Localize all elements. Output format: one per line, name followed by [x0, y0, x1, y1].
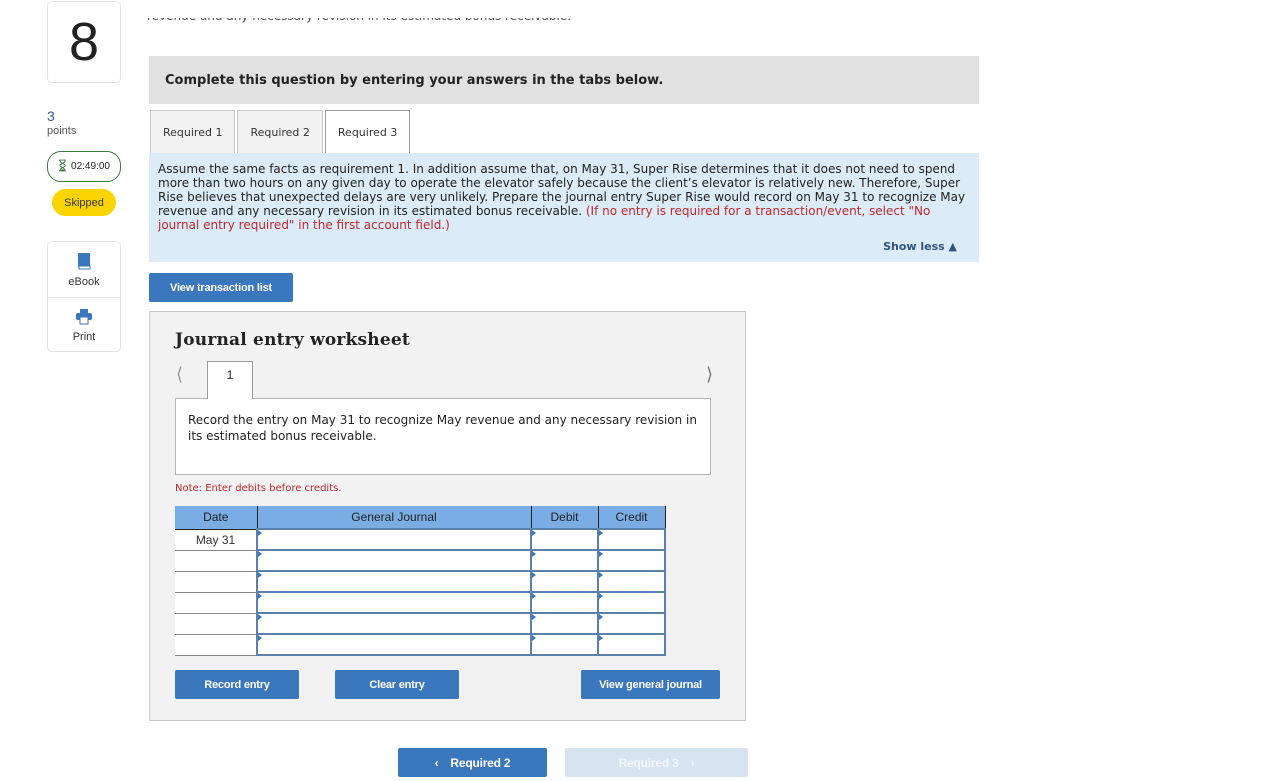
tab-required-1[interactable]: Required 1	[150, 110, 236, 154]
record-entry-button[interactable]: Record entry	[175, 670, 299, 699]
journal-row	[175, 591, 666, 614]
cut-off-text: revenue and any necessary revision in it…	[147, 18, 587, 30]
timer-value: 02:49:00	[71, 161, 110, 172]
account-input[interactable]	[256, 591, 532, 614]
points-value: 3	[47, 108, 55, 124]
date-cell	[175, 571, 257, 593]
ebook-button[interactable]: eBook	[48, 242, 120, 297]
credit-input[interactable]	[597, 528, 666, 551]
column-header-credit: Credit	[598, 506, 666, 530]
debit-input[interactable]	[530, 591, 599, 614]
journal-row	[175, 633, 666, 656]
chevron-left-icon: ‹	[434, 755, 439, 770]
date-cell	[175, 634, 257, 656]
debit-input[interactable]	[530, 528, 599, 551]
question-number: 8	[47, 1, 121, 83]
account-input[interactable]	[256, 570, 532, 593]
journal-row: May 31	[175, 528, 666, 551]
requirement-tabs: Required 1 Required 2 Required 3	[150, 110, 411, 154]
journal-row	[175, 549, 666, 572]
next-requirement-label: Required 3	[618, 755, 679, 770]
question-prompt: Assume the same facts as requirement 1. …	[149, 153, 979, 262]
journal-row	[175, 612, 666, 635]
next-requirement-button: Required 3 ›	[565, 748, 748, 777]
credit-input[interactable]	[597, 612, 666, 635]
worksheet-description: Record the entry on May 31 to recognize …	[175, 398, 711, 475]
worksheet-note: Note: Enter debits before credits.	[175, 483, 342, 494]
date-cell: May 31	[175, 529, 257, 551]
tools-panel: eBook Print	[47, 241, 121, 352]
tab-required-3[interactable]: Required 3	[324, 110, 411, 154]
book-icon	[75, 252, 93, 273]
column-header-debit: Debit	[531, 506, 599, 530]
printer-icon	[75, 307, 93, 328]
date-cell	[175, 550, 257, 572]
instruction-banner: Complete this question by entering your …	[149, 56, 979, 104]
journal-table: Date General Journal Debit Credit May 31	[175, 506, 666, 656]
prev-requirement-button[interactable]: ‹ Required 2	[398, 748, 547, 777]
chevron-right-icon: ›	[690, 755, 695, 770]
worksheet-page-tab[interactable]: 1	[207, 361, 253, 399]
date-cell	[175, 592, 257, 614]
timer: 02:49:00	[47, 151, 121, 182]
credit-input[interactable]	[597, 591, 666, 614]
chevron-right-icon[interactable]: ⟩	[706, 364, 713, 385]
column-header-general-journal: General Journal	[257, 506, 532, 530]
account-input[interactable]	[256, 528, 532, 551]
debit-input[interactable]	[530, 570, 599, 593]
prev-requirement-label: Required 2	[450, 755, 511, 770]
credit-input[interactable]	[597, 633, 666, 656]
debit-input[interactable]	[530, 633, 599, 656]
view-transaction-list-button[interactable]: View transaction list	[149, 273, 293, 302]
date-cell	[175, 613, 257, 635]
chevron-left-icon[interactable]: ⟨	[176, 364, 183, 385]
points-label: points	[47, 125, 77, 137]
account-input[interactable]	[256, 549, 532, 572]
status-badge: Skipped	[52, 189, 116, 216]
worksheet-title: Journal entry worksheet	[175, 330, 410, 350]
view-general-journal-button[interactable]: View general journal	[581, 670, 720, 699]
account-input[interactable]	[256, 633, 532, 656]
print-label: Print	[72, 331, 96, 343]
journal-header-row: Date General Journal Debit Credit	[175, 506, 666, 530]
tab-required-2[interactable]: Required 2	[237, 110, 323, 154]
hourglass-icon	[58, 159, 67, 175]
account-input[interactable]	[256, 612, 532, 635]
debit-input[interactable]	[530, 549, 599, 572]
column-header-date: Date	[175, 506, 258, 530]
print-button[interactable]: Print	[48, 297, 120, 352]
debit-input[interactable]	[530, 612, 599, 635]
ebook-label: eBook	[68, 275, 100, 288]
show-less-link[interactable]: Show less ▲	[883, 240, 957, 254]
journal-row	[175, 570, 666, 593]
credit-input[interactable]	[597, 570, 666, 593]
credit-input[interactable]	[597, 549, 666, 572]
clear-entry-button[interactable]: Clear entry	[335, 670, 459, 699]
journal-entry-worksheet: Journal entry worksheet ⟨ 1 ⟩ Record the…	[149, 311, 746, 721]
